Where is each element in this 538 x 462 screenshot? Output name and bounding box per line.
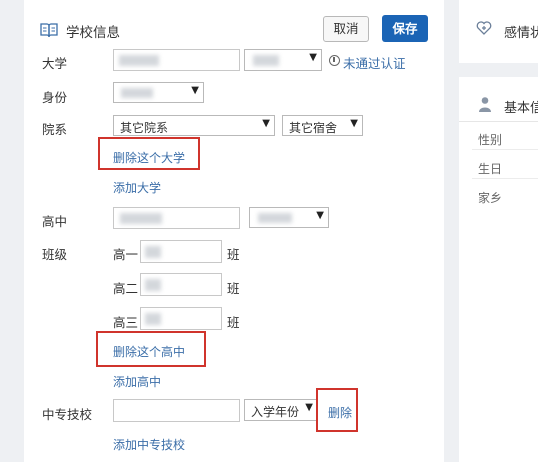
year-placeholder: 入学年份 xyxy=(251,405,300,419)
dorm-value: 其它宿舍 xyxy=(289,121,338,135)
dropdown-arrow-icon: ▼ xyxy=(191,85,199,96)
emotion-title: 感情状 xyxy=(504,26,538,41)
university-year-select[interactable]: ▼ xyxy=(244,49,322,71)
redacted-text xyxy=(120,213,162,224)
vocational-label: 中专技校 xyxy=(42,407,93,422)
identity-label: 身份 xyxy=(42,90,68,105)
cancel-button[interactable]: 取消 xyxy=(323,16,369,42)
divider xyxy=(459,121,538,122)
grade-label: 高二 xyxy=(113,281,139,296)
save-button[interactable]: 保存 xyxy=(382,15,428,42)
department-select[interactable]: 其它院系 ▼ xyxy=(113,115,275,136)
unverified-link[interactable]: 未通过认证 xyxy=(343,53,406,72)
vocational-name-input[interactable] xyxy=(113,399,240,422)
university-name-input[interactable] xyxy=(113,49,240,71)
class-input-grade1[interactable] xyxy=(140,240,222,263)
field-birthday: 生日 xyxy=(478,162,503,176)
high-school-name-input[interactable] xyxy=(113,207,240,229)
delete-university-link[interactable]: 删除这个大学 xyxy=(113,149,185,166)
redacted-text xyxy=(145,313,161,325)
redacted-text xyxy=(258,213,292,223)
dropdown-arrow-icon: ▼ xyxy=(309,52,317,63)
dorm-select[interactable]: 其它宿舍 ▼ xyxy=(282,115,363,136)
redacted-text xyxy=(253,55,279,66)
dropdown-arrow-icon: ▼ xyxy=(305,402,313,413)
class-input-grade3[interactable] xyxy=(140,307,222,330)
redacted-text xyxy=(145,279,161,291)
redacted-text xyxy=(119,55,159,66)
add-high-school-link[interactable]: 添加高中 xyxy=(113,373,161,390)
heart-icon xyxy=(476,21,492,38)
identity-select[interactable]: ▼ xyxy=(113,82,204,103)
basic-info-title: 基本信 xyxy=(504,101,538,116)
grade-label: 高三 xyxy=(113,315,139,330)
field-hometown: 家乡 xyxy=(478,191,503,205)
divider xyxy=(472,178,538,179)
field-gender: 性别 xyxy=(478,133,503,147)
add-vocational-link[interactable]: 添加中专技校 xyxy=(113,436,185,453)
dropdown-arrow-icon: ▼ xyxy=(262,118,270,129)
class-input-grade2[interactable] xyxy=(140,273,222,296)
grade-label: 高一 xyxy=(113,247,139,262)
class-label: 班级 xyxy=(42,247,68,262)
class-suffix: 班 xyxy=(227,247,240,262)
redacted-text xyxy=(121,88,153,98)
high-school-year-select[interactable]: ▼ xyxy=(249,207,329,228)
class-suffix: 班 xyxy=(227,281,240,296)
department-value: 其它院系 xyxy=(120,121,169,135)
department-label: 院系 xyxy=(42,122,68,137)
unverified-icon-mark xyxy=(333,57,335,62)
class-suffix: 班 xyxy=(227,315,240,330)
book-icon xyxy=(40,22,58,41)
divider xyxy=(472,149,538,150)
university-label: 大学 xyxy=(42,56,68,71)
vocational-year-select[interactable]: 入学年份 ▼ xyxy=(244,399,318,421)
redacted-text xyxy=(145,246,161,258)
user-icon xyxy=(478,96,492,115)
dropdown-arrow-icon: ▼ xyxy=(350,118,358,129)
delete-high-school-link[interactable]: 删除这个高中 xyxy=(113,343,185,360)
delete-vocational-link[interactable]: 删除 xyxy=(328,404,352,421)
dropdown-arrow-icon: ▼ xyxy=(316,210,324,221)
section-title: 学校信息 xyxy=(66,25,120,41)
add-university-link[interactable]: 添加大学 xyxy=(113,179,161,196)
high-school-label: 高中 xyxy=(42,214,68,229)
